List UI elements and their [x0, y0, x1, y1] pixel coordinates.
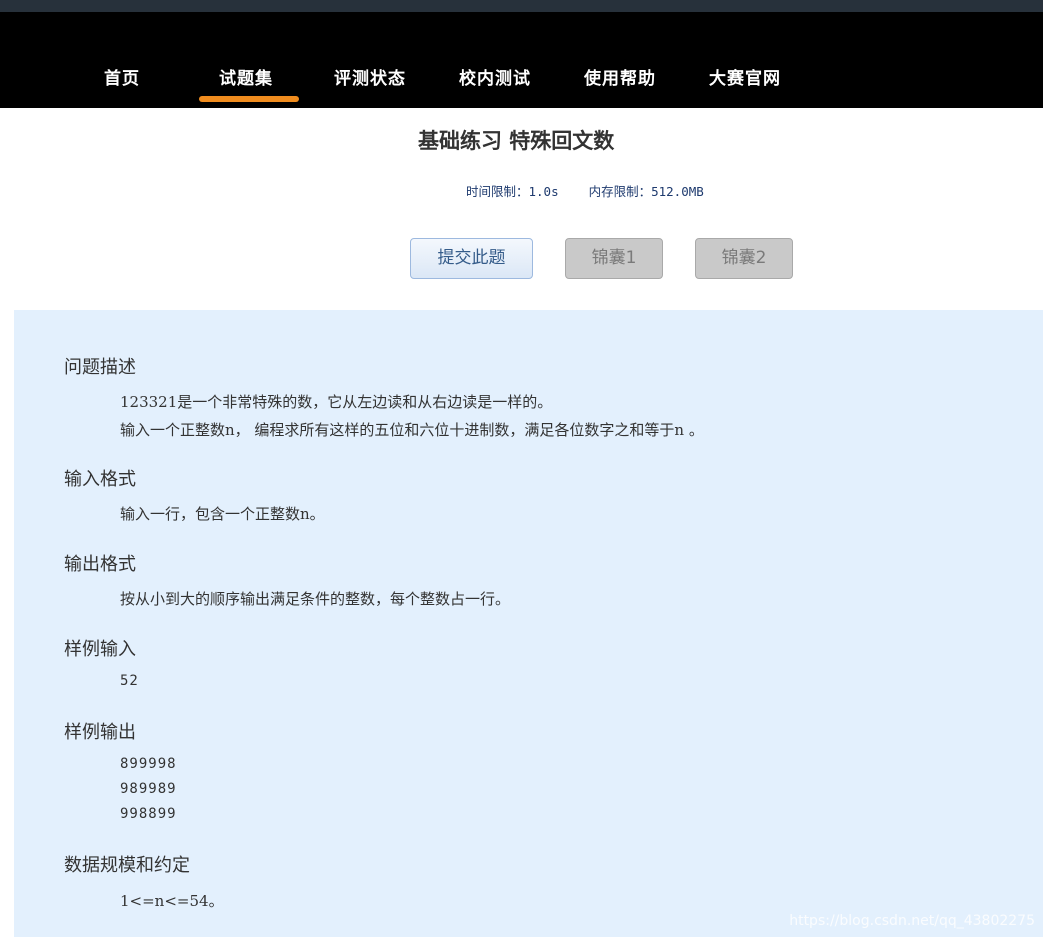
- nav-item-home[interactable]: 首页: [104, 64, 140, 89]
- nav-bar: 首页 试题集 评测状态 校内测试 使用帮助 大赛官网: [0, 12, 1043, 108]
- sample-output-line: 998899: [120, 806, 177, 822]
- input-format-text: 输入一行，包含一个正整数n。: [120, 505, 325, 523]
- hint1-button[interactable]: 锦囊1: [565, 238, 663, 279]
- top-strip: [0, 0, 1043, 12]
- memory-limit: 内存限制：512.0MB: [588, 184, 704, 199]
- sample-output-line: 989989: [120, 781, 177, 797]
- constraints-title: 数据规模和约定: [64, 855, 190, 876]
- sample-output-line: 899998: [120, 756, 177, 772]
- nav-item-official-site[interactable]: 大赛官网: [709, 64, 781, 89]
- output-format-title: 输出格式: [64, 554, 136, 575]
- watermark: https://blog.csdn.net/qq_43802275: [789, 913, 1035, 929]
- limits-line: 时间限制：1.0s 内存限制：512.0MB: [466, 181, 704, 200]
- sample-output-title: 样例输出: [64, 722, 136, 743]
- output-format-text: 按从小到大的顺序输出满足条件的整数，每个整数占一行。: [120, 590, 511, 608]
- sample-input-title: 样例输入: [64, 639, 136, 660]
- nav-item-campus-test[interactable]: 校内测试: [459, 64, 531, 89]
- hint2-button[interactable]: 锦囊2: [695, 238, 793, 279]
- problem-content: 问题描述 123321是一个非常特殊的数，它从左边读和从右边读是一样的。 输入一…: [14, 310, 1043, 937]
- input-format-title: 输入格式: [64, 469, 136, 490]
- constraints-text: 1<=n<=54。: [120, 892, 224, 910]
- submit-button[interactable]: 提交此题: [410, 238, 533, 279]
- nav-item-help[interactable]: 使用帮助: [584, 64, 656, 89]
- page-title: 基础练习 特殊回文数: [418, 129, 615, 153]
- active-tab-indicator: [199, 96, 299, 102]
- description-title: 问题描述: [64, 357, 136, 378]
- description-line-2: 输入一个正整数n， 编程求所有这样的五位和六位十进制数，满足各位数字之和等于n …: [120, 421, 704, 439]
- time-limit: 时间限制：1.0s: [466, 184, 559, 199]
- nav-item-problem-set[interactable]: 试题集: [219, 64, 273, 89]
- nav-item-judge-status[interactable]: 评测状态: [334, 64, 406, 89]
- description-line-1: 123321是一个非常特殊的数，它从左边读和从右边读是一样的。: [120, 393, 553, 411]
- sample-input-line: 52: [120, 673, 139, 689]
